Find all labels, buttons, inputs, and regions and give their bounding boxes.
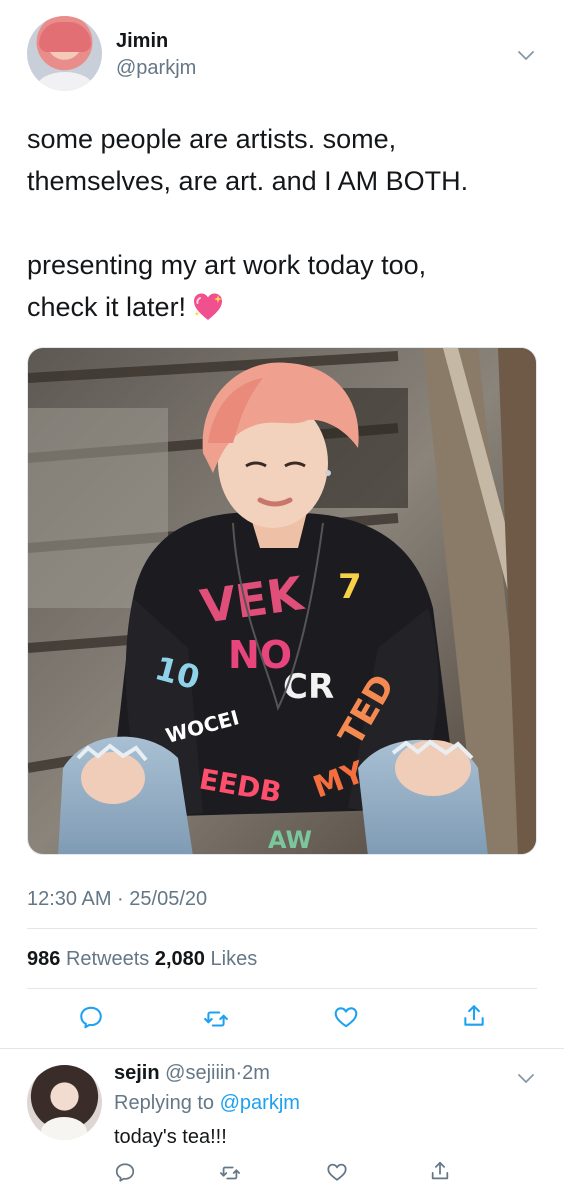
tweet-timestamp[interactable]: 12:30 AM · 25/05/20 <box>27 888 207 911</box>
like-icon[interactable] <box>326 1161 348 1183</box>
avatar[interactable] <box>27 16 102 91</box>
reply-author-name[interactable]: sejin <box>114 1062 160 1084</box>
reply-avatar[interactable] <box>27 1065 102 1140</box>
reply-time[interactable]: 2m <box>242 1062 270 1084</box>
avatar-shirt <box>37 72 93 91</box>
reply-header: sejin @sejiiin·2m <box>114 1062 270 1085</box>
replying-to-prefix: Replying to <box>114 1092 215 1114</box>
sparkling-heart-icon <box>192 292 224 322</box>
tweet-stats: 986 Retweets 2,080 Likes <box>27 948 257 971</box>
tweet-photo[interactable]: VEK NO 7 10 CR WOCEI EEDB TED MY AW <box>27 347 537 855</box>
divider <box>27 988 537 989</box>
retweets-label[interactable]: Retweets <box>66 948 149 970</box>
replying-to: Replying to @parkjm <box>114 1092 300 1115</box>
retweets-count[interactable]: 986 <box>27 948 60 970</box>
chevron-down-icon[interactable] <box>518 48 534 60</box>
like-icon[interactable] <box>333 1004 359 1030</box>
tweet-text-line: some people are artists. some, <box>27 124 397 154</box>
svg-text:AW: AW <box>268 826 312 854</box>
divider <box>0 1048 564 1049</box>
tweet-text-line: presenting my art work today too, <box>27 244 537 286</box>
reply-text: today's tea!!! <box>114 1126 227 1148</box>
photo-illustration: VEK NO 7 10 CR WOCEI EEDB TED MY AW <box>28 348 536 854</box>
author-handle[interactable]: @parkjm <box>116 57 196 80</box>
svg-text:CR: CR <box>283 667 334 707</box>
likes-count[interactable]: 2,080 <box>155 948 205 970</box>
retweet-icon[interactable] <box>203 1006 229 1032</box>
author-name[interactable]: Jimin <box>116 30 168 53</box>
tweet-text-line: check it later! <box>27 286 537 328</box>
share-icon[interactable] <box>429 1160 451 1182</box>
avatar-hair <box>39 22 91 52</box>
reply-icon[interactable] <box>114 1161 136 1183</box>
tweet-text-span: check it later! <box>27 292 187 322</box>
svg-text:7: 7 <box>338 567 362 607</box>
tweet-text: some people are artists. some, themselve… <box>27 118 537 328</box>
divider <box>27 928 537 929</box>
tweet-header: Jimin @parkjm <box>0 0 564 100</box>
chevron-down-icon[interactable] <box>518 1071 534 1083</box>
tweet-text-span: presenting my art work today too, <box>27 250 427 280</box>
likes-label[interactable]: Likes <box>211 948 258 970</box>
reply-icon[interactable] <box>78 1004 104 1030</box>
tweet-text-line: themselves, are art. and I AM BOTH. <box>27 166 469 196</box>
replying-to-link[interactable]: @parkjm <box>220 1092 300 1114</box>
retweet-icon[interactable] <box>219 1162 241 1184</box>
reply-author-handle[interactable]: @sejiiin <box>165 1062 235 1084</box>
share-icon[interactable] <box>461 1003 487 1029</box>
avatar-shirt <box>41 1117 87 1140</box>
